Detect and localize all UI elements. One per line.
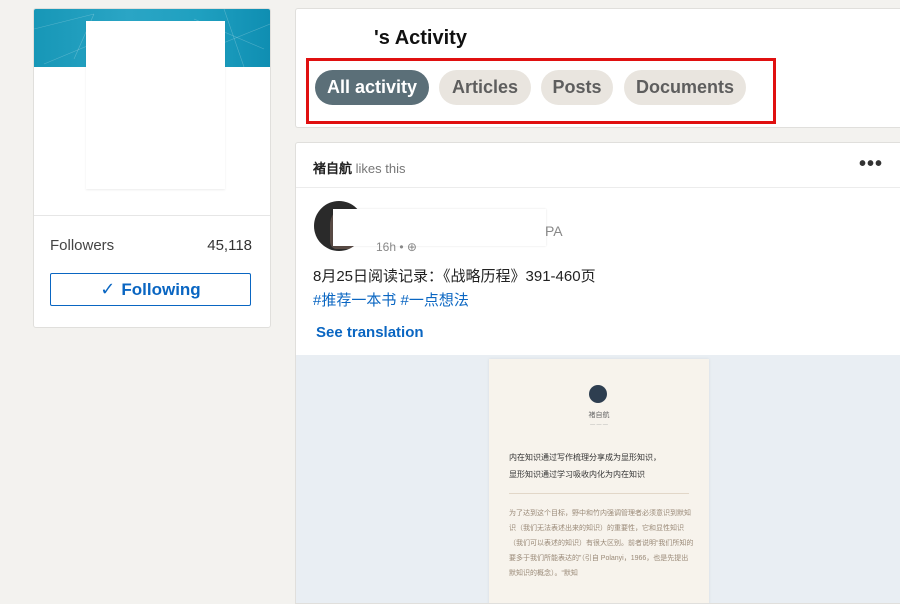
following-button[interactable]: ✓ Following	[50, 273, 251, 306]
followers-label: Followers	[50, 237, 115, 254]
following-button-label: Following	[121, 279, 201, 299]
post-image-area[interactable]: 褚自航 — — — 内在知识通过写作梳理分享成为显形知识， 显形知识通过学习吸收…	[296, 355, 900, 603]
post-hashtags[interactable]: #推荐一本书 #一点想法	[313, 289, 469, 310]
post-image-document: 褚自航 — — — 内在知识通过写作梳理分享成为显形知识， 显形知识通过学习吸收…	[489, 359, 709, 603]
name-redaction	[302, 25, 372, 53]
profile-divider	[34, 215, 270, 216]
see-translation-link[interactable]: See translation	[316, 324, 424, 341]
followers-count: 45,118	[207, 237, 252, 254]
likes-text: likes this	[352, 161, 406, 176]
profile-photo[interactable]	[86, 21, 225, 189]
document-heading-line-2: 显形知识通过学习吸收内化为内在知识	[509, 470, 645, 479]
document-author: 褚自航	[588, 412, 610, 419]
post-timestamp: 16h • ⊕	[376, 240, 417, 254]
document-date: — — —	[590, 422, 608, 428]
filter-highlight-box	[306, 58, 776, 124]
liker-name[interactable]: 褚自航	[313, 161, 352, 176]
post-time-text: 16h •	[376, 240, 407, 254]
author-headline-fragment: PA	[545, 223, 563, 239]
document-body: 为了达到这个目标，野中和竹内强调管理者必须意识到默知识（我们无法表述出来的知识）…	[509, 510, 694, 577]
activity-header-card: 's Activity All activity Articles Posts …	[295, 8, 900, 128]
likes-line: 褚自航 likes this	[313, 158, 405, 177]
profile-card: Followers 45,118 ✓ Following	[33, 8, 271, 328]
more-options-icon[interactable]: •••	[859, 153, 883, 176]
document-rule	[509, 493, 689, 494]
activity-title: 's Activity	[374, 27, 467, 49]
feed-post-card: 褚自航 likes this ••• PA 16h • ⊕ 8月25日阅读记录：…	[295, 142, 900, 604]
checkmark-icon: ✓	[100, 279, 116, 299]
post-text: 8月25日阅读记录：《战略历程》391-460页	[313, 268, 596, 285]
feed-divider	[296, 187, 900, 188]
author-redaction	[333, 209, 546, 246]
document-heading-line-1: 内在知识通过写作梳理分享成为显形知识，	[509, 453, 661, 462]
document-logo-icon	[589, 385, 607, 403]
globe-icon: ⊕	[406, 240, 417, 254]
